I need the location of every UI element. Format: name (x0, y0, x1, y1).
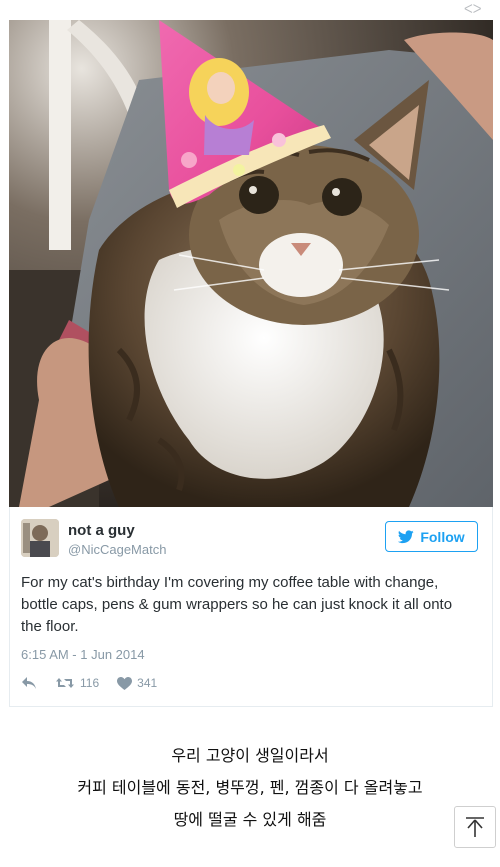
retweet-count: 116 (80, 676, 100, 690)
retweet-icon (56, 678, 74, 688)
embedded-tweet: not a guy @NicCageMatch Follow For my ca… (9, 507, 493, 707)
reply-icon (22, 677, 36, 689)
cat-photo (9, 20, 493, 507)
korean-caption: 우리 고양이 생일이라서 커피 테이블에 동전, 병뚜껑, 펜, 껌종이 다 올… (0, 740, 500, 836)
corner-mark: ᐸᐳ (464, 2, 482, 16)
tweet-actions: 116 341 (21, 674, 175, 692)
caption-line: 우리 고양이 생일이라서 (171, 746, 329, 765)
tweet-timestamp[interactable]: 6:15 AM - 1 Jun 2014 (21, 647, 145, 662)
tweet-text: For my cat's birthday I'm covering my co… (21, 574, 453, 635)
like-button[interactable]: 341 (117, 676, 157, 690)
user-handle[interactable]: @NicCageMatch (68, 542, 166, 557)
scroll-to-top-button[interactable] (454, 806, 496, 848)
follow-button[interactable]: Follow (385, 521, 478, 552)
avatar[interactable] (21, 519, 59, 557)
reply-button[interactable] (21, 676, 37, 690)
arrow-up-icon (466, 817, 484, 837)
twitter-bird-icon (398, 529, 415, 543)
caption-line: 땅에 떨굴 수 있게 해줌 (173, 810, 327, 829)
follow-label: Follow (420, 528, 465, 545)
display-name[interactable]: not a guy (68, 522, 135, 539)
heart-icon (117, 676, 133, 690)
caption-line: 커피 테이블에 동전, 병뚜껑, 펜, 껌종이 다 올려놓고 (77, 778, 423, 797)
like-count: 341 (137, 676, 158, 690)
retweet-button[interactable]: 116 (55, 676, 99, 690)
